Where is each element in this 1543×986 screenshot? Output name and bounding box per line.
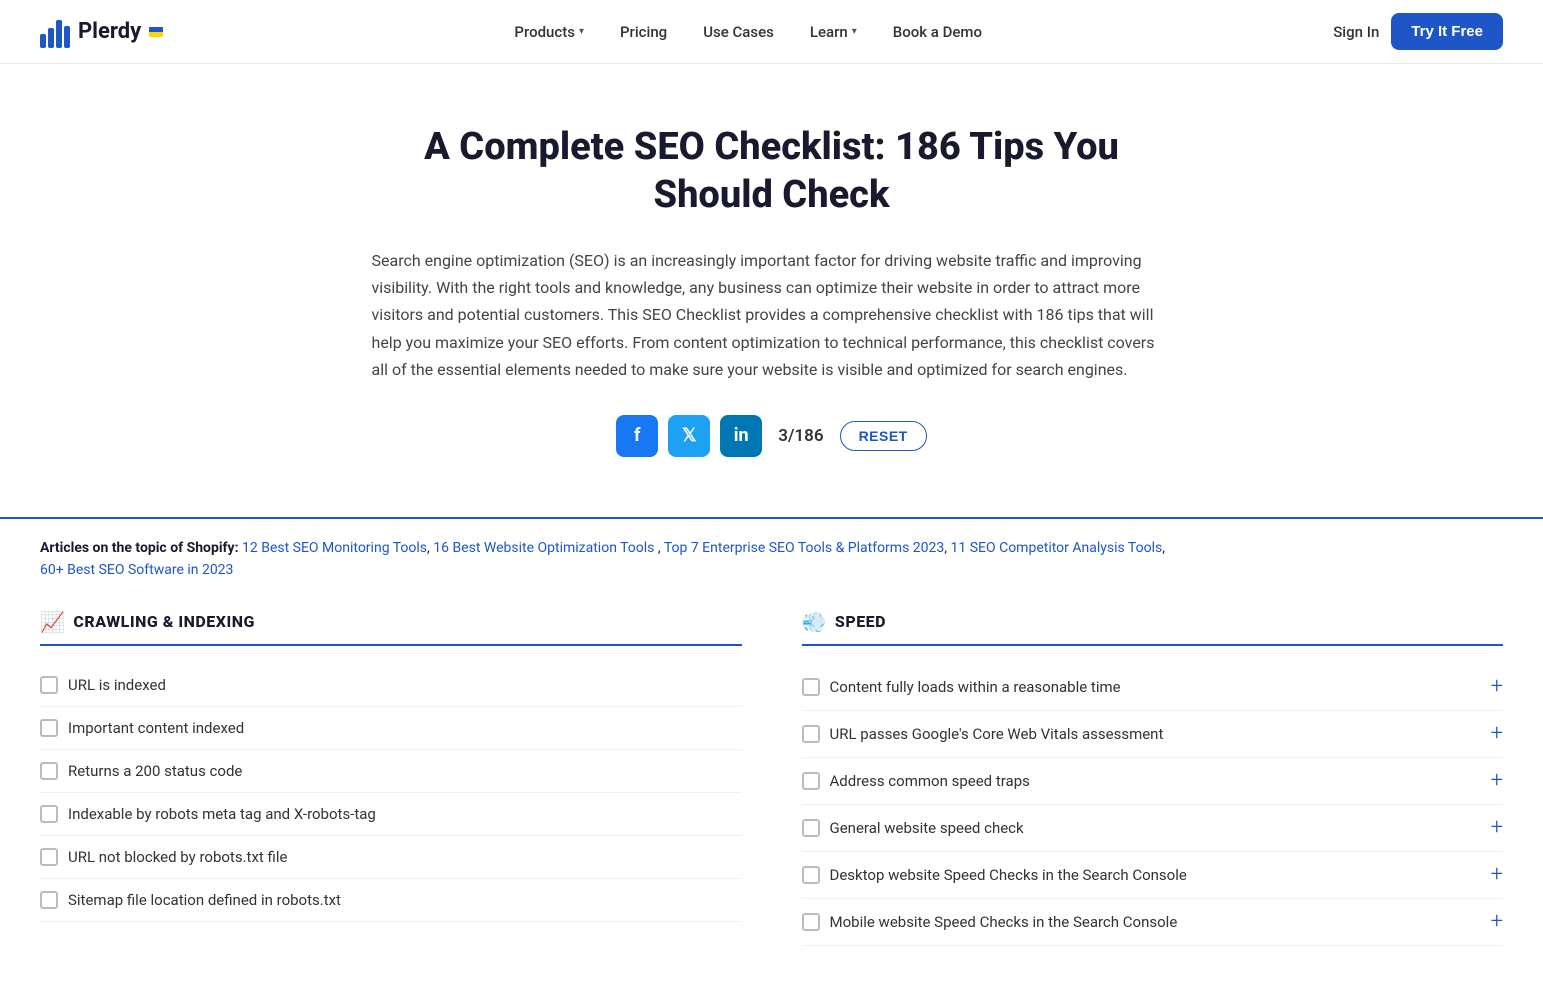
list-item: Desktop website Speed Checks in the Sear… [802,852,1504,899]
nav-book-demo[interactable]: Book a Demo [879,15,996,49]
logo-icon [40,16,70,48]
expand-button[interactable]: + [1491,817,1503,839]
item-label: URL passes Google's Core Web Vitals asse… [830,725,1481,743]
checkbox-loads-time[interactable] [802,678,820,696]
speed-section: 💨 SPEED Content fully loads within a rea… [802,610,1504,946]
checkbox-url-indexed[interactable] [40,676,58,694]
item-label: General website speed check [830,819,1481,837]
checkbox-speed-traps[interactable] [802,772,820,790]
checkbox-sitemap[interactable] [40,891,58,909]
item-label: Mobile website Speed Checks in the Searc… [830,913,1481,931]
nav-menu: Products ▾ Pricing Use Cases Learn ▾ Boo… [500,15,996,49]
item-label: Returns a 200 status code [68,762,742,780]
article-link-1[interactable]: 12 Best SEO Monitoring Tools [242,540,427,556]
expand-button[interactable]: + [1491,676,1503,698]
article-link-3[interactable]: Top 7 Enterprise SEO Tools & Platforms 2… [664,540,944,556]
item-label: Sitemap file location defined in robots.… [68,891,742,909]
articles-prefix: Articles on the topic of Shopify: [40,540,239,556]
expand-button[interactable]: + [1491,911,1503,933]
speed-section-title: 💨 SPEED [802,610,1504,646]
checkbox-speed-check[interactable] [802,819,820,837]
social-row: f 𝕏 in 3/186 RESET [362,415,1182,457]
chevron-down-icon: ▾ [852,26,857,37]
expand-button[interactable]: + [1491,864,1503,886]
nav-use-cases[interactable]: Use Cases [689,15,788,49]
hero-description: Search engine optimization (SEO) is an i… [372,247,1172,383]
checkbox-robots-meta[interactable] [40,805,58,823]
linkedin-icon: in [734,425,749,446]
item-label: Address common speed traps [830,772,1481,790]
list-item: General website speed check + [802,805,1504,852]
linkedin-share-button[interactable]: in [720,415,762,457]
twitter-share-button[interactable]: 𝕏 [668,415,710,457]
list-item: Content fully loads within a reasonable … [802,664,1504,711]
crawling-icon: 📈 [40,610,65,634]
checkbox-mobile-speed[interactable] [802,913,820,931]
chevron-down-icon: ▾ [579,26,584,37]
checkbox-desktop-speed[interactable] [802,866,820,884]
item-label: Important content indexed [68,719,742,737]
expand-button[interactable]: + [1491,770,1503,792]
checkbox-core-web-vitals[interactable] [802,725,820,743]
list-item: URL passes Google's Core Web Vitals asse… [802,711,1504,758]
nav-learn[interactable]: Learn ▾ [796,15,871,49]
logo-text: Plerdy [78,19,141,44]
twitter-icon: 𝕏 [682,425,697,446]
nav-auth: Sign In Try It Free [1333,13,1503,50]
expand-button[interactable]: + [1491,723,1503,745]
list-item: URL is indexed [40,664,742,707]
list-item: Returns a 200 status code [40,750,742,793]
item-label: Content fully loads within a reasonable … [830,678,1481,696]
list-item: URL not blocked by robots.txt file [40,836,742,879]
facebook-share-button[interactable]: f [616,415,658,457]
crawling-section-title: 📈 CRAWLING & INDEXING [40,610,742,646]
reset-button[interactable]: RESET [840,421,927,451]
progress-counter: 3/186 [778,426,823,446]
article-link-2[interactable]: 16 Best Website Optimization Tools [433,540,654,556]
list-item: Mobile website Speed Checks in the Searc… [802,899,1504,946]
crawling-section: 📈 CRAWLING & INDEXING URL is indexed Imp… [40,610,742,946]
page-title: A Complete SEO Checklist: 186 Tips You S… [362,124,1182,219]
checklist-content: 📈 CRAWLING & INDEXING URL is indexed Imp… [0,600,1543,986]
checkbox-robots-txt[interactable] [40,848,58,866]
list-item: Address common speed traps + [802,758,1504,805]
speed-icon: 💨 [802,610,827,634]
facebook-icon: f [634,425,640,446]
articles-bar: Articles on the topic of Shopify: 12 Bes… [0,519,1543,600]
list-item: Sitemap file location defined in robots.… [40,879,742,922]
item-label: Indexable by robots meta tag and X-robot… [68,805,742,823]
nav-pricing[interactable]: Pricing [606,15,681,49]
article-link-5[interactable]: 60+ Best SEO Software in 2023 [40,562,233,578]
hero-section: A Complete SEO Checklist: 186 Tips You S… [322,64,1222,517]
sign-in-link[interactable]: Sign In [1333,23,1379,41]
list-item: Indexable by robots meta tag and X-robot… [40,793,742,836]
item-label: URL is indexed [68,676,742,694]
navbar: Plerdy Products ▾ Pricing Use Cases Lear… [0,0,1543,64]
item-label: URL not blocked by robots.txt file [68,848,742,866]
logo-link[interactable]: Plerdy [40,16,163,48]
list-item: Important content indexed [40,707,742,750]
item-label: Desktop website Speed Checks in the Sear… [830,866,1481,884]
article-link-4[interactable]: 11 SEO Competitor Analysis Tools [951,540,1163,556]
checkbox-important-content[interactable] [40,719,58,737]
checkbox-200-status[interactable] [40,762,58,780]
flag-icon [149,27,163,37]
try-free-button[interactable]: Try It Free [1391,13,1503,50]
nav-products[interactable]: Products ▾ [500,15,598,49]
